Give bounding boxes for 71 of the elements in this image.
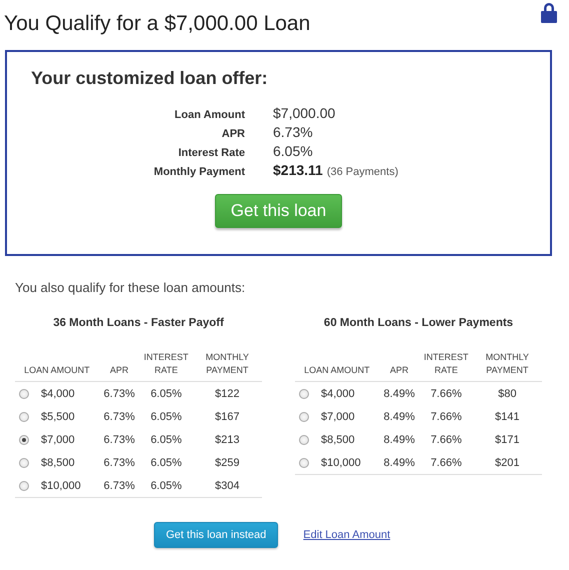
get-loan-button[interactable]: Get this loan	[214, 194, 342, 228]
detail-value: $7,000.00	[273, 105, 336, 121]
table-cell: $8,500	[41, 456, 75, 468]
table-cell: 7.66%	[420, 451, 473, 474]
table-cell-text: 8.49%	[382, 432, 416, 448]
detail-value: 6.05%	[273, 143, 314, 159]
column-header: INTEREST RATE	[420, 351, 473, 382]
detail-note: (36 Payments)	[326, 166, 398, 178]
radio-button[interactable]	[19, 458, 29, 468]
column-header: APR	[98, 351, 140, 382]
table-cell-text: $141	[494, 410, 520, 424]
radio-button[interactable]	[19, 388, 29, 398]
detail-value: $213.11	[273, 162, 323, 178]
table-cell: $122	[192, 382, 262, 405]
offer-heading: Your customized loan offer:	[31, 68, 269, 89]
table-cell: $10,000	[41, 480, 81, 492]
radio-button[interactable]	[299, 412, 309, 422]
column-header: INTEREST RATE	[140, 351, 193, 382]
table-cell: $5,500	[41, 410, 75, 422]
table-cell: $201	[472, 451, 542, 474]
column-header: MONTHLY PAYMENT	[472, 351, 542, 382]
column-header: MONTHLY PAYMENT	[192, 351, 262, 382]
table-cell: $80	[472, 382, 542, 405]
table-cell: $7,000	[321, 410, 355, 422]
detail-label: Loan Amount	[174, 109, 245, 121]
table-cell-text: $167	[214, 410, 240, 424]
table-cell: $4,000	[321, 388, 355, 400]
detail-value: 6.73%	[273, 124, 314, 140]
also-qualify-text: You also qualify for these loan amounts:	[15, 280, 246, 295]
radio-button[interactable]	[299, 458, 309, 468]
table-cell-text: $259	[214, 456, 240, 470]
radio-button[interactable]	[299, 388, 309, 398]
detail-label: Interest Rate	[177, 147, 245, 159]
table-cell: $4,000	[41, 388, 75, 400]
table-cell: 6.73%	[98, 382, 140, 405]
table-cell: 7.66%	[420, 382, 473, 405]
table-cell-text: 6.05%	[150, 456, 183, 470]
table-cell: 8.49%	[378, 382, 420, 405]
detail-label: APR	[220, 128, 245, 140]
table-cell: $10,000	[321, 456, 361, 468]
table-cell: $7,000	[41, 434, 75, 446]
lock-icon	[541, 2, 557, 23]
table-cell: $8,500	[321, 434, 355, 446]
table-cell: $304	[192, 474, 262, 498]
detail-label: Monthly Payment	[152, 166, 245, 178]
table-heading: 36 Month Loans - Faster Payoff	[52, 317, 225, 329]
edit-loan-link[interactable]: Edit Loan Amount	[303, 529, 390, 541]
table-cell-text: 6.73%	[102, 456, 136, 470]
table-heading: 60 Month Loans - Lower Payments	[322, 317, 514, 329]
table-cell-text: $171	[494, 432, 520, 448]
column-header: LOAN AMOUNT	[15, 351, 99, 382]
table-cell: 6.05%	[140, 382, 193, 405]
radio-button[interactable]	[19, 480, 29, 490]
table-cell-text: 6.05%	[150, 432, 183, 448]
table-cell-text: 7.66%	[430, 410, 463, 424]
radio-button[interactable]	[19, 434, 29, 444]
table-cell: 6.05%	[140, 474, 193, 498]
get-loan-instead-button[interactable]: Get this loan instead	[154, 522, 278, 548]
table-cell-text: 7.66%	[430, 432, 463, 448]
table-cell: 6.73%	[98, 474, 140, 498]
radio-button[interactable]	[299, 434, 309, 444]
column-header: LOAN AMOUNT	[295, 351, 379, 382]
table-cell-text: 6.73%	[102, 432, 136, 448]
page-title: You Qualify for a $7,000.00 Loan	[4, 12, 310, 36]
table-cell-text: 8.49%	[382, 410, 416, 424]
column-header: APR	[378, 351, 420, 382]
table-cell: 8.49%	[378, 451, 420, 474]
radio-button[interactable]	[19, 412, 29, 422]
table-cell-text: $213	[214, 432, 240, 448]
table-cell-text: 6.05%	[150, 410, 183, 424]
table-cell-text: 6.73%	[102, 410, 136, 424]
